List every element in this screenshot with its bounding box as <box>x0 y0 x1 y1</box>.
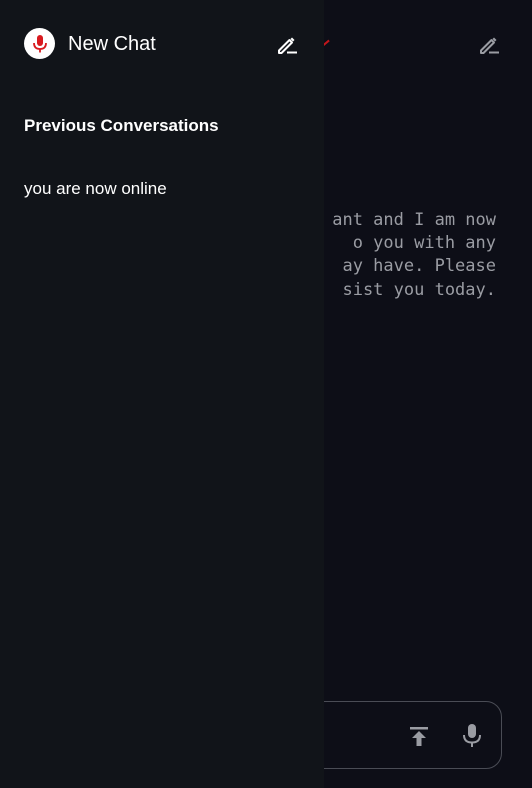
message-line: o you with any <box>352 233 496 254</box>
message-line: sist you today. <box>342 279 496 300</box>
upload-button[interactable] <box>407 724 431 748</box>
microphone-icon <box>32 34 47 52</box>
previous-conversations-heading: Previous Conversations <box>24 116 219 135</box>
drawer-title[interactable]: New Chat <box>68 32 156 56</box>
sidebar-drawer: New Chat Previous Conversations you are … <box>0 0 324 788</box>
main-new-chat-button[interactable] <box>476 32 502 58</box>
microphone-icon <box>463 724 481 747</box>
edit-icon <box>480 37 499 54</box>
app-window: ant and I am now o you with any ay have.… <box>0 0 532 788</box>
message-line: ay have. Please <box>342 256 496 277</box>
new-chat-button[interactable] <box>274 32 300 58</box>
edit-icon <box>278 37 297 54</box>
app-logo <box>24 28 55 59</box>
conversation-item[interactable]: you are now online <box>24 178 167 200</box>
mic-button[interactable] <box>460 722 484 750</box>
message-line: ant and I am now <box>332 210 496 230</box>
upload-icon <box>410 727 428 746</box>
